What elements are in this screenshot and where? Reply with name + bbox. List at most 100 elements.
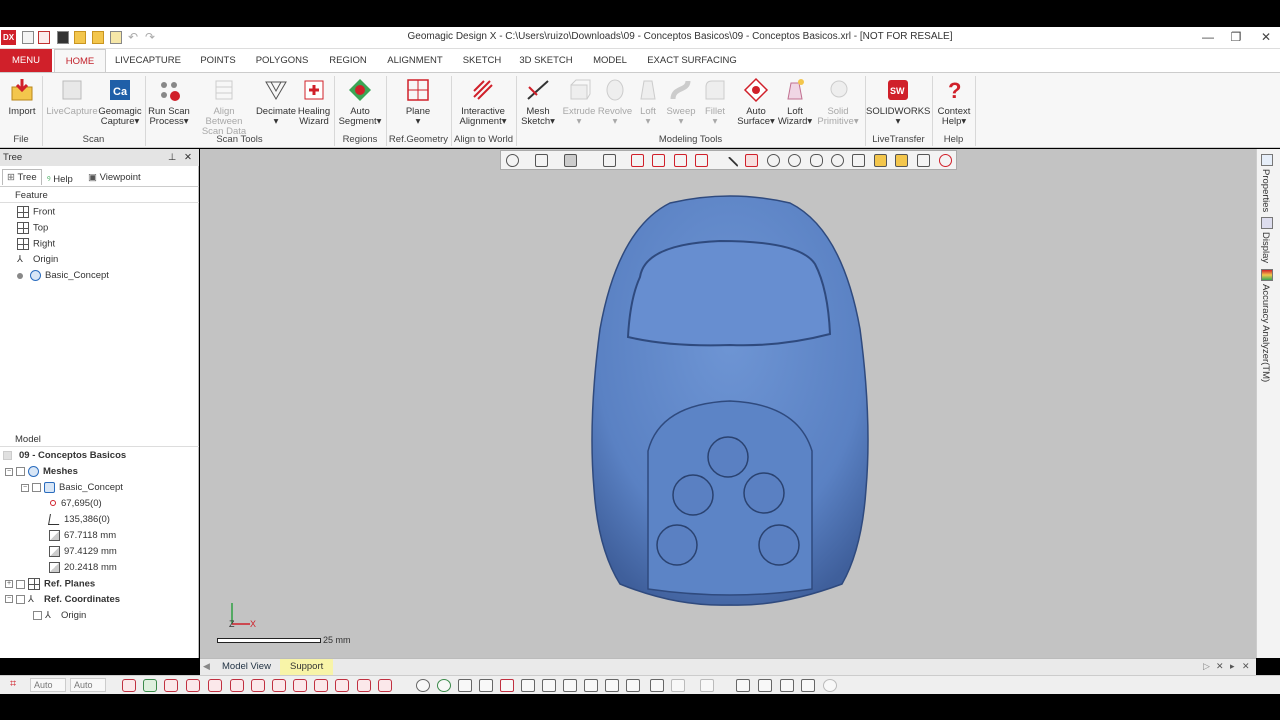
revolve-button[interactable]: Revolve ▾ xyxy=(597,77,633,127)
accuracy-analyzer-icon[interactable] xyxy=(1261,269,1273,281)
filter-point-icon[interactable] xyxy=(272,679,286,692)
view-back-icon[interactable] xyxy=(542,679,556,692)
tab-polygons[interactable]: POLYGONS xyxy=(250,49,314,72)
view-orient-icon[interactable] xyxy=(506,154,519,167)
measure-icon[interactable] xyxy=(736,679,750,692)
view-left-icon[interactable] xyxy=(563,679,577,692)
tab-3d-sketch[interactable]: 3D SKETCH xyxy=(514,49,578,72)
select-visible-icon[interactable] xyxy=(895,154,908,167)
scroll-left-icon[interactable]: ◀ xyxy=(203,661,210,672)
view-iso-icon[interactable] xyxy=(650,679,664,692)
tab-support[interactable]: Support xyxy=(280,659,334,675)
auto-segment-button[interactable]: Auto Segment▾ xyxy=(336,77,384,127)
tab-livecapture[interactable]: LIVECAPTURE xyxy=(112,49,184,72)
tree-item-origin[interactable]: ⅄ Origin xyxy=(17,254,58,265)
visibility-checkbox[interactable] xyxy=(32,483,41,492)
run-scan-process-button[interactable]: Run Scan Process▾ xyxy=(147,77,191,127)
visibility-checkbox[interactable] xyxy=(16,579,25,589)
tab-exact-surfacing[interactable]: EXACT SURFACING xyxy=(644,49,740,72)
selection-filter-icon[interactable] xyxy=(603,154,616,167)
properties-tab[interactable]: Properties xyxy=(1260,169,1271,212)
polygon-select-icon[interactable] xyxy=(788,154,801,167)
select-face-icon[interactable] xyxy=(631,154,644,167)
auto-surface-button[interactable]: Auto Surface▾ xyxy=(735,77,777,127)
clipboard-copy-icon[interactable] xyxy=(700,679,714,692)
visibility-checkbox[interactable] xyxy=(16,594,25,604)
tab-model-view[interactable]: Model View xyxy=(214,659,279,675)
filter-mode-select[interactable]: Auto xyxy=(70,678,106,692)
freehand-select-icon[interactable] xyxy=(810,154,823,167)
view-zoom-icon[interactable] xyxy=(479,679,493,692)
tab-points[interactable]: POINTS xyxy=(194,49,242,72)
model-item-basic-concept[interactable]: − Basic_Concept xyxy=(21,482,123,493)
tab-sketch[interactable]: SKETCH xyxy=(458,49,506,72)
close-button[interactable]: ✕ xyxy=(1256,30,1276,44)
paintbrush-select-icon[interactable] xyxy=(831,154,844,167)
solidworks-button[interactable]: SW SOLIDWORKS ▾ xyxy=(866,77,930,127)
geomagic-capture-button[interactable]: Ca Geomagic Capture▾ xyxy=(98,77,142,127)
collapse-icon[interactable]: − xyxy=(5,595,13,604)
healing-wizard-button[interactable]: Healing Wizard xyxy=(296,77,332,127)
close-icon[interactable]: ✕ xyxy=(184,149,192,166)
filter-coordinate-icon[interactable] xyxy=(335,679,349,692)
align-between-scan-data-button[interactable]: Align Between Scan Data xyxy=(194,77,254,137)
invert-select-icon[interactable] xyxy=(917,154,930,167)
tab-home[interactable]: HOME xyxy=(54,49,106,72)
next-tab-icon[interactable]: ▸ xyxy=(1230,661,1235,672)
view-pan-icon[interactable] xyxy=(458,679,472,692)
loft-wizard-button[interactable]: Loft Wizard▾ xyxy=(776,77,814,127)
tab-model[interactable]: MODEL xyxy=(586,49,634,72)
extrude-button[interactable]: Extrude ▾ xyxy=(562,77,596,127)
model-item-origin[interactable]: ⅄ Origin xyxy=(33,610,86,621)
selection-mode-select[interactable]: Auto xyxy=(30,678,66,692)
decimate-button[interactable]: Decimate ▾ xyxy=(255,77,297,127)
view-normal-icon[interactable] xyxy=(671,679,685,692)
tree-item-basic-concept[interactable]: Basic_Concept xyxy=(17,270,109,281)
view-top-icon[interactable] xyxy=(605,679,619,692)
render-mode-icon[interactable] xyxy=(564,154,577,167)
tab-menu[interactable]: MENU xyxy=(0,49,52,72)
model-item-ref-planes[interactable]: + Ref. Planes xyxy=(5,578,95,590)
section-icon[interactable] xyxy=(758,679,772,692)
model-root[interactable]: 09 - Conceptos Basicos xyxy=(3,450,126,461)
filter-region-icon[interactable] xyxy=(164,679,178,692)
filter-vertex-icon[interactable] xyxy=(122,679,136,692)
minimize-button[interactable]: — xyxy=(1198,30,1218,44)
loft-button[interactable]: Loft ▾ xyxy=(634,77,662,127)
maximize-button[interactable]: ❐ xyxy=(1226,30,1246,44)
collapse-icon[interactable]: − xyxy=(21,483,29,492)
rectangle-select-icon[interactable] xyxy=(745,154,758,167)
scroll-right-icon[interactable]: ▷ xyxy=(1203,661,1210,672)
extend-select-icon[interactable] xyxy=(852,154,865,167)
display-tab[interactable]: Display xyxy=(1260,232,1271,263)
view-front-icon[interactable] xyxy=(521,679,535,692)
filter-vector-icon[interactable] xyxy=(314,679,328,692)
close-tab-icon[interactable]: ✕ xyxy=(1216,661,1224,672)
ruler-icon[interactable] xyxy=(780,679,794,692)
display-icon[interactable] xyxy=(1261,217,1273,229)
fillet-button[interactable]: Fillet ▾ xyxy=(699,77,731,127)
collapse-icon[interactable]: − xyxy=(5,467,13,476)
select-body-icon[interactable] xyxy=(674,154,687,167)
filter-mesh-icon[interactable] xyxy=(143,679,157,692)
mesh-model[interactable] xyxy=(580,189,880,619)
import-button[interactable]: Import xyxy=(4,77,40,117)
livecapture-button[interactable]: LiveCapture xyxy=(45,77,99,117)
more-tabs-icon[interactable]: ✕ xyxy=(1242,661,1250,672)
select-region-icon[interactable] xyxy=(652,154,665,167)
cube-view-icon[interactable] xyxy=(535,154,548,167)
tree-item-right[interactable]: Right xyxy=(17,238,55,250)
view-bottom-icon[interactable] xyxy=(626,679,640,692)
filter-body-icon[interactable] xyxy=(357,679,371,692)
grid-icon[interactable] xyxy=(801,679,815,692)
circle-select-icon[interactable] xyxy=(767,154,780,167)
mesh-sketch-button[interactable]: Mesh Sketch▾ xyxy=(519,77,557,127)
filter-sketch-icon[interactable] xyxy=(230,679,244,692)
tab-viewpoint[interactable]: ▣ Viewpoint xyxy=(88,172,141,183)
model-item-meshes[interactable]: − Meshes xyxy=(5,466,78,477)
model-item-ref-coordinates[interactable]: − ⅄ Ref. Coordinates xyxy=(5,594,120,605)
snap-icon[interactable]: ⌗ xyxy=(10,678,16,691)
tab-tree[interactable]: ⊞ Tree xyxy=(2,169,42,185)
accuracy-analyzer-tab[interactable]: Accuracy Analyzer(TM) xyxy=(1260,284,1271,382)
tab-help[interactable]: ꝰ Help xyxy=(47,172,73,185)
